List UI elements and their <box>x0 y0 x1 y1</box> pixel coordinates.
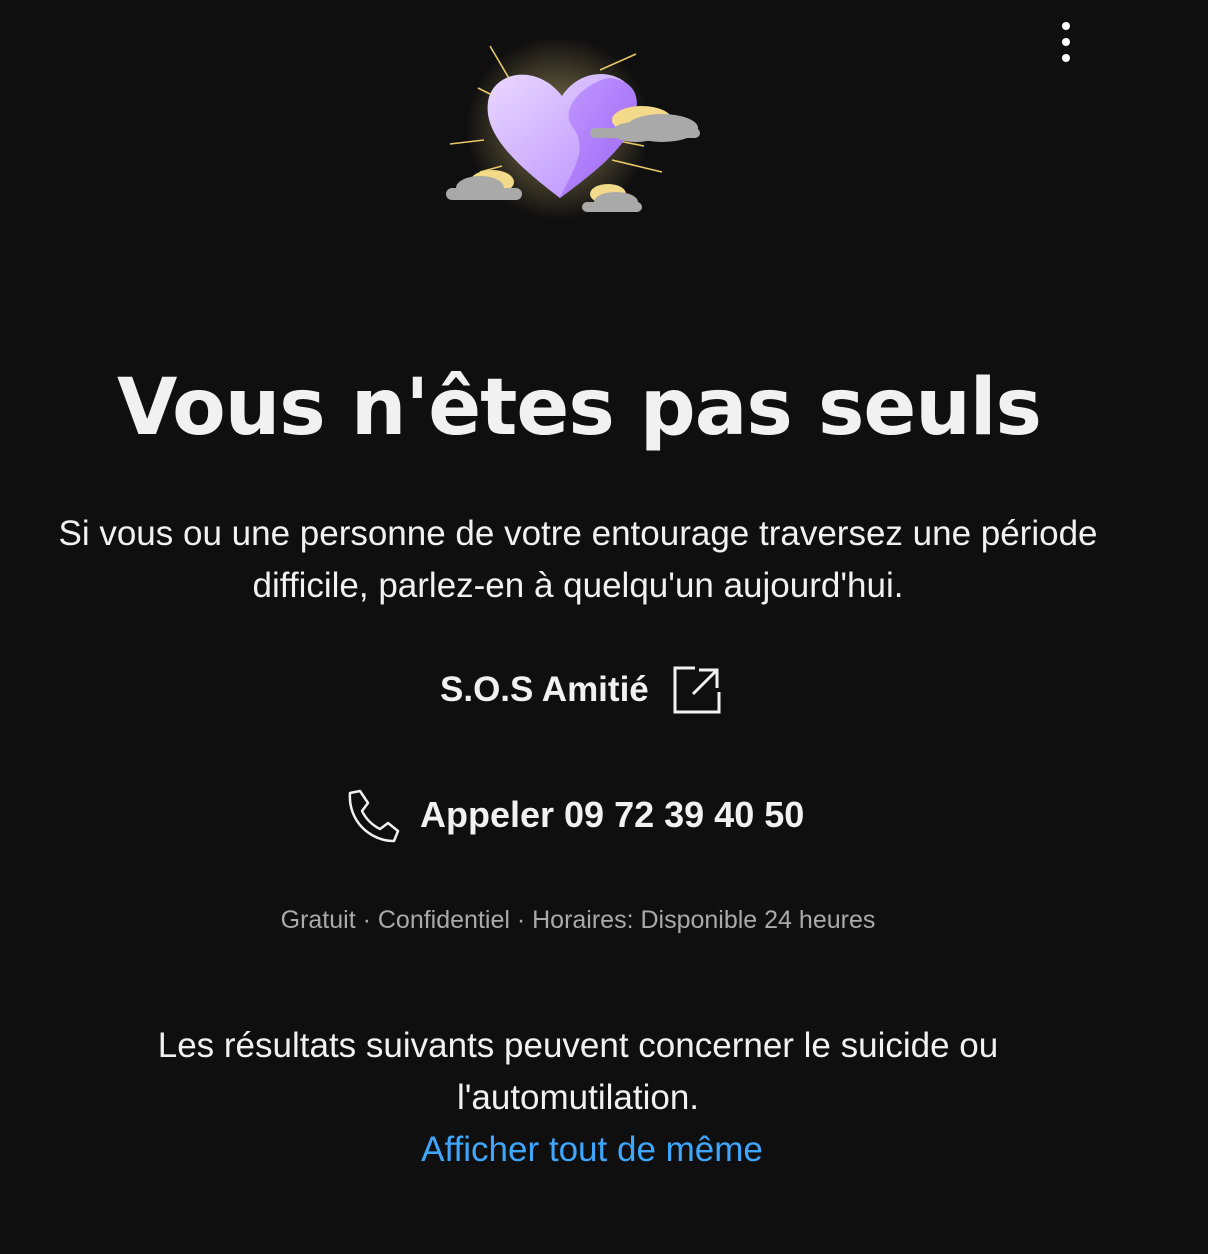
more-vert-icon-dot-3 <box>1062 54 1070 62</box>
call-label: Appeler 09 72 39 40 50 <box>420 794 805 835</box>
helpline-org-name: S.O.S Amitié <box>440 670 649 709</box>
call-helpline-button[interactable]: Appeler 09 72 39 40 50 <box>340 782 804 848</box>
show-anyway-link[interactable]: Afficher tout de même <box>0 1124 1184 1176</box>
page-title: Vous n'êtes pas seuls <box>117 363 1042 453</box>
phone-icon <box>348 789 400 843</box>
more-vert-icon-dot-2 <box>1062 38 1070 46</box>
more-options-button[interactable] <box>1046 18 1086 66</box>
content-warning: Les résultats suivants peuvent concerner… <box>157 1026 999 1117</box>
helpline-org-link[interactable]: S.O.S Amitié <box>440 660 723 720</box>
external-link-icon <box>673 666 721 714</box>
helpline-meta: Gratuit · Confidentiel · Horaires: Dispo… <box>280 906 876 934</box>
more-vert-icon-dot-1 <box>1062 22 1070 30</box>
intro-text: Si vous ou une personne de votre entoura… <box>58 514 1098 605</box>
heart-with-clouds-illustration <box>446 40 700 220</box>
